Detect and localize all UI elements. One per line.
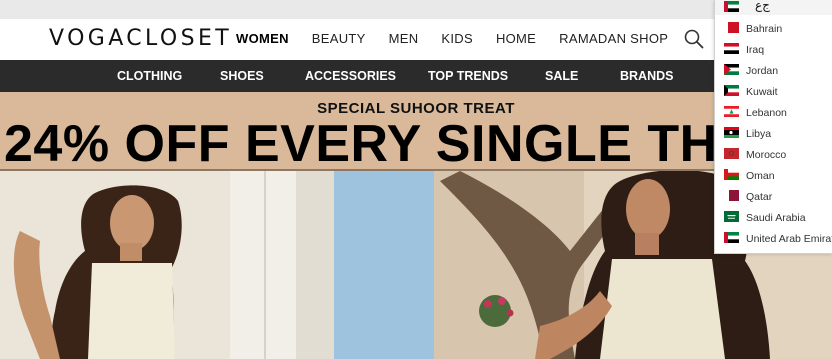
hero-image[interactable]	[0, 171, 832, 359]
hero-frame	[296, 171, 334, 359]
country-option-label: Kuwait	[746, 86, 778, 98]
category-nav-clothing[interactable]: CLOTHING	[117, 69, 182, 83]
jordan-flag-icon	[724, 64, 739, 75]
promo-banner[interactable]: SPECIAL SUHOOR TREAT 24% OFF EVERY SINGL…	[0, 92, 832, 171]
hero-photo	[0, 171, 832, 359]
morocco-flag-icon	[724, 148, 739, 159]
category-nav: CLOTHING SHOES ACCESSORIES TOP TRENDS SA…	[0, 60, 832, 92]
brand-logo[interactable]: VOGACLOSET	[49, 26, 232, 51]
search-icon[interactable]	[684, 29, 704, 49]
hero-flower	[498, 297, 506, 305]
hero-model-left-top	[88, 263, 175, 359]
main-nav-ramadan-shop[interactable]: RAMADAN SHOP	[559, 31, 668, 46]
country-option-label: Libya	[746, 128, 772, 140]
country-option-jordan[interactable]: Jordan	[715, 61, 832, 82]
country-option-iraq[interactable]: Iraq	[715, 40, 832, 61]
country-option-label: Iraq	[746, 44, 765, 56]
country-option-lebanon[interactable]: Lebanon	[715, 103, 832, 124]
main-nav-beauty[interactable]: BEAUTY	[312, 31, 366, 46]
saudi-arabia-flag-icon	[724, 211, 739, 222]
country-option-label: United Arab Emirat	[746, 233, 832, 245]
country-option-libya[interactable]: Libya	[715, 124, 832, 145]
category-nav-top-trends[interactable]: TOP TRENDS	[428, 69, 508, 83]
kuwait-flag-icon	[724, 85, 739, 96]
uae-flag-icon	[724, 232, 739, 243]
lebanon-flag-icon	[724, 106, 739, 117]
country-selected[interactable]: ﺝﻉ	[715, 0, 832, 15]
main-nav-women[interactable]: WOMEN	[236, 31, 289, 46]
country-option-label: Oman	[746, 170, 775, 182]
main-nav-men[interactable]: MEN	[389, 31, 419, 46]
hero-model-left-face	[110, 195, 154, 251]
main-nav: WOMEN BEAUTY MEN KIDS HOME RAMADAN SHOP	[236, 31, 691, 46]
bahrain-flag-icon	[724, 22, 739, 33]
country-dropdown[interactable]: ﺝﻉ Bahrain Iraq Jordan Kuwait Lebanon Li…	[714, 0, 832, 254]
category-nav-shoes[interactable]: SHOES	[220, 69, 264, 83]
hero-sky	[334, 171, 434, 359]
country-selected-label: ﺝﻉ	[755, 0, 770, 12]
hero-model-right-neck	[635, 233, 659, 255]
banner-headline: 24% OFF EVERY SINGLE TH	[4, 115, 718, 171]
country-option-oman[interactable]: Oman	[715, 166, 832, 187]
uae-flag-icon	[724, 1, 739, 12]
country-option-label: Saudi Arabia	[746, 212, 806, 224]
main-nav-home[interactable]: HOME	[496, 31, 536, 46]
country-option-label: Bahrain	[746, 23, 783, 35]
hero-model-left-neck	[120, 243, 142, 261]
page: VOGACLOSET WOMEN BEAUTY MEN KIDS HOME RA…	[0, 0, 832, 359]
qatar-flag-icon	[724, 190, 739, 201]
country-option-morocco[interactable]: Morocco	[715, 145, 832, 166]
category-nav-brands[interactable]: BRANDS	[620, 69, 673, 83]
oman-flag-icon	[724, 169, 739, 180]
hero-flower	[506, 309, 514, 317]
hero-model-right-top	[600, 259, 725, 359]
country-option-united-arab-emirates[interactable]: United Arab Emirat	[715, 229, 832, 250]
category-nav-accessories[interactable]: ACCESSORIES	[305, 69, 396, 83]
hero-plant	[479, 295, 511, 327]
hero-flower	[484, 300, 492, 308]
country-option-saudi-arabia[interactable]: Saudi Arabia	[715, 208, 832, 229]
top-strip	[0, 0, 832, 19]
category-nav-sale[interactable]: SALE	[545, 69, 578, 83]
iraq-flag-icon	[724, 43, 739, 54]
country-option-label: Lebanon	[746, 107, 787, 119]
country-option-kuwait[interactable]: Kuwait	[715, 82, 832, 103]
main-nav-kids[interactable]: KIDS	[441, 31, 473, 46]
country-option-qatar[interactable]: Qatar	[715, 187, 832, 208]
country-option-bahrain[interactable]: Bahrain	[715, 19, 832, 40]
site-header: VOGACLOSET WOMEN BEAUTY MEN KIDS HOME RA…	[0, 19, 832, 60]
country-option-label: Qatar	[746, 191, 773, 203]
hero-model-right-face	[626, 179, 670, 239]
libya-flag-icon	[724, 127, 739, 138]
country-option-label: Jordan	[746, 65, 779, 77]
country-option-label: Morocco	[746, 149, 787, 161]
